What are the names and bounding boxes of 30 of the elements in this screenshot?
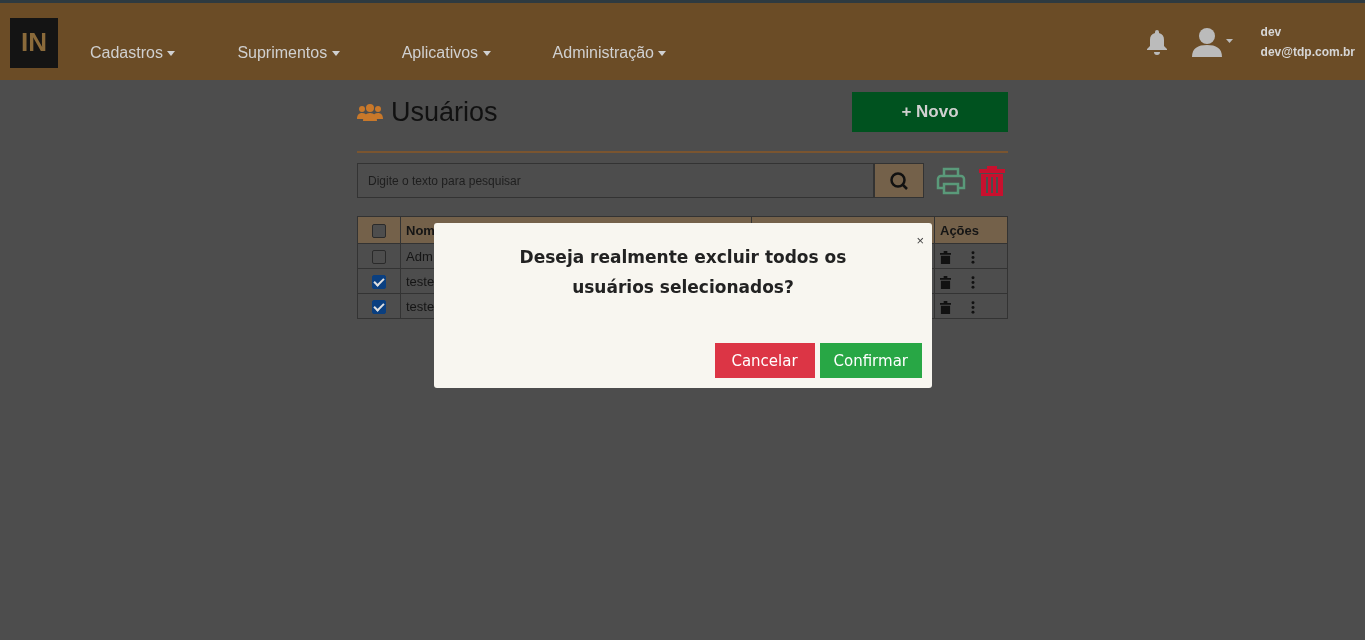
bell-icon[interactable] — [1144, 28, 1169, 55]
checkbox[interactable] — [372, 223, 386, 238]
column-header: Ações — [934, 216, 1008, 244]
delete-icon[interactable] — [940, 300, 951, 314]
new-button[interactable]: + Novo — [852, 92, 1008, 132]
more-icon[interactable] — [971, 250, 975, 264]
page-title: Usuários — [391, 96, 498, 128]
nav-menu[interactable]: Aplicativos — [401, 43, 491, 62]
checkbox[interactable] — [372, 299, 386, 314]
more-icon[interactable] — [971, 300, 975, 314]
delete-icon[interactable] — [940, 250, 951, 264]
trash-icon[interactable] — [978, 164, 1006, 197]
nav-menu[interactable]: Cadastros — [90, 43, 176, 62]
more-icon[interactable] — [971, 275, 975, 289]
search-button[interactable] — [874, 163, 924, 198]
user-avatar-icon[interactable] — [1190, 26, 1233, 57]
users-icon — [357, 103, 383, 121]
user-name: dev — [1260, 24, 1283, 39]
printer-icon[interactable] — [936, 165, 966, 196]
checkbox[interactable] — [372, 249, 386, 264]
delete-icon[interactable] — [940, 275, 951, 289]
user-email: dev@tdp.com.br — [1260, 44, 1355, 59]
checkbox[interactable] — [372, 274, 386, 289]
close-button[interactable]: × — [916, 233, 924, 248]
cancel-button[interactable]: Cancelar — [714, 343, 815, 378]
logo[interactable]: IN — [10, 17, 58, 68]
nav-menu[interactable]: Administração — [552, 43, 667, 62]
confirm-button[interactable]: Confirmar — [819, 343, 922, 378]
search-icon — [889, 170, 909, 191]
nav-menu[interactable]: Suprimentos — [237, 43, 340, 62]
